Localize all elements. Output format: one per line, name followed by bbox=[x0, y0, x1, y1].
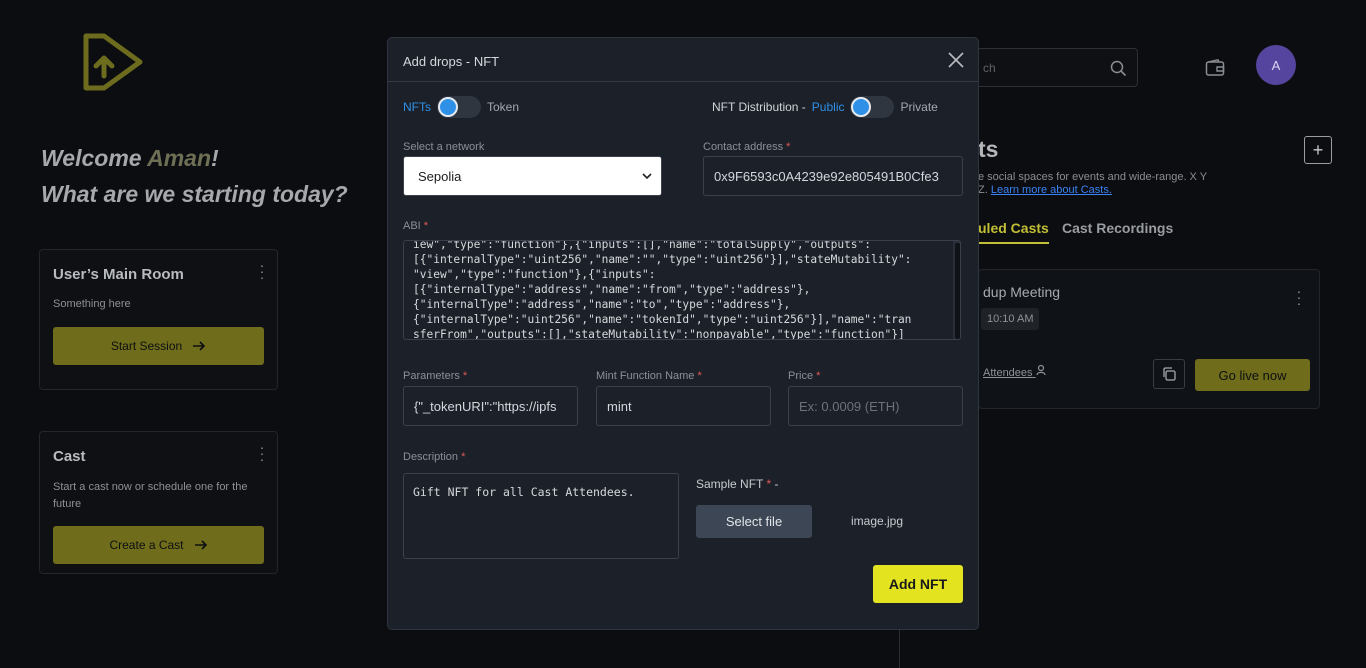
network-select[interactable]: Sepolia bbox=[403, 156, 662, 196]
meeting-card: dup Meeting 10:10 AM Attendees · · · Go li… bbox=[978, 269, 1320, 409]
parameters-input[interactable]: {"_tokenURI":"https://ipfs bbox=[403, 386, 578, 426]
abi-label: ABI * bbox=[403, 220, 429, 232]
main-room-title: User’s Main Room bbox=[53, 266, 184, 283]
description-textarea[interactable]: Gift NFT for all Cast Attendees. bbox=[403, 473, 679, 559]
wallet-icon[interactable] bbox=[1205, 59, 1225, 77]
distribution-label: NFT Distribution - bbox=[712, 100, 806, 114]
welcome-heading: Welcome Aman! What are we starting today… bbox=[41, 140, 348, 212]
abi-text: iew","type":"function"},{"inputs":[],"na… bbox=[413, 240, 945, 340]
main-room-card: User’s Main Room · · · Something here Star… bbox=[39, 249, 278, 390]
abi-line: {"internalType":"address","name":"to","t… bbox=[413, 298, 791, 311]
mint-function-label: Mint Function Name * bbox=[596, 370, 702, 382]
description-label: Description * bbox=[403, 451, 466, 463]
distribution-toggle-group: NFT Distribution - Public Private bbox=[712, 96, 938, 118]
modal-header: Add drops - NFT bbox=[388, 38, 978, 82]
toggle-knob bbox=[851, 97, 872, 117]
contract-label: Contact address * bbox=[703, 141, 791, 153]
arrow-right-icon bbox=[194, 540, 207, 550]
casts-heading: ts bbox=[978, 136, 999, 162]
abi-textarea[interactable]: iew","type":"function"},{"inputs":[],"na… bbox=[403, 240, 961, 340]
divider bbox=[899, 628, 900, 668]
abi-scrollbar[interactable] bbox=[953, 241, 960, 339]
scrollbar-thumb[interactable] bbox=[955, 243, 960, 339]
avatar[interactable]: A bbox=[1256, 45, 1296, 85]
chevron-down-icon bbox=[642, 173, 652, 180]
price-label: Price * bbox=[788, 370, 821, 382]
abi-line: iew","type":"function"},{"inputs":[],"na… bbox=[413, 240, 872, 251]
copy-link-button[interactable] bbox=[1153, 359, 1185, 389]
tab-scheduled-casts[interactable]: uled Casts bbox=[978, 220, 1049, 244]
price-input[interactable]: Ex: 0.0009 (ETH) bbox=[788, 386, 963, 426]
meeting-attendees-link[interactable]: Attendees bbox=[983, 364, 1048, 379]
app-logo[interactable] bbox=[82, 32, 144, 92]
tab-cast-recordings[interactable]: Cast Recordings bbox=[1062, 220, 1173, 236]
more-options-icon[interactable]: · · · bbox=[259, 258, 265, 284]
meeting-time-badge: 10:10 AM bbox=[981, 308, 1040, 330]
welcome-subheading: What are we starting today? bbox=[41, 181, 348, 207]
cast-card-text: Start a cast now or schedule one for the… bbox=[53, 481, 248, 510]
more-options-icon[interactable]: · · · bbox=[1296, 284, 1302, 310]
parameters-label: Parameters * bbox=[403, 370, 468, 382]
abi-line: {"internalType":"uint256","name":"tokenI… bbox=[413, 313, 912, 326]
arrow-right-icon bbox=[193, 341, 206, 351]
contract-address-input[interactable]: 0x9F6593c0A4239e92e805491B0Cfe3 bbox=[703, 156, 963, 196]
more-options-icon[interactable]: · · · bbox=[259, 440, 265, 466]
cast-card-title: Cast bbox=[53, 448, 86, 465]
attendee-icon bbox=[1036, 364, 1046, 376]
nft-token-toggle[interactable] bbox=[437, 96, 481, 118]
sample-nft-label: Sample NFT * - bbox=[696, 477, 779, 491]
toggle-knob bbox=[438, 97, 458, 117]
selected-file-name: image.jpg bbox=[851, 514, 904, 528]
meeting-title: dup Meeting bbox=[983, 284, 1061, 300]
abi-line: [{"internalType":"address","name":"from"… bbox=[413, 283, 811, 296]
go-live-button[interactable]: Go live now bbox=[1195, 359, 1310, 391]
user-name: Aman bbox=[147, 145, 212, 171]
network-label: Select a network bbox=[403, 141, 485, 153]
copy-icon bbox=[1163, 367, 1176, 381]
distribution-toggle[interactable] bbox=[850, 96, 895, 118]
toggle-label-token: Token bbox=[487, 100, 520, 114]
search-input[interactable]: ch bbox=[976, 48, 1138, 87]
abi-line: "view","type":"function"},{"inputs": bbox=[413, 268, 656, 281]
abi-line: sferFrom","outputs":[],"stateMutability"… bbox=[413, 328, 905, 340]
select-file-button[interactable]: Select file bbox=[696, 505, 812, 538]
toggle-label-nfts: NFTs bbox=[403, 100, 431, 114]
abi-line: [{"internalType":"uint256","name":"","ty… bbox=[413, 253, 912, 266]
main-room-text: Something here bbox=[53, 298, 131, 310]
cast-card: Cast · · · Start a cast now or schedule on… bbox=[39, 431, 278, 574]
add-drops-modal: Add drops - NFT NFTs Token NFT Distribut… bbox=[387, 37, 979, 630]
add-cast-button[interactable]: + bbox=[1304, 136, 1332, 164]
add-nft-button[interactable]: Add NFT bbox=[873, 565, 963, 603]
learn-more-link[interactable]: Learn more about Casts. bbox=[991, 184, 1112, 196]
modal-title: Add drops - NFT bbox=[403, 54, 500, 69]
casts-description: e social spaces for events and wide-rang… bbox=[978, 171, 1207, 196]
nft-token-toggle-group: NFTs Token bbox=[403, 96, 519, 118]
distribution-public-label: Public bbox=[811, 100, 845, 114]
start-session-button[interactable]: Start Session bbox=[53, 327, 264, 365]
close-icon[interactable] bbox=[948, 52, 964, 68]
create-cast-button[interactable]: Create a Cast bbox=[53, 526, 264, 564]
distribution-private-label: Private bbox=[900, 100, 938, 114]
search-icon[interactable] bbox=[1110, 60, 1127, 77]
mint-function-input[interactable]: mint bbox=[596, 386, 771, 426]
